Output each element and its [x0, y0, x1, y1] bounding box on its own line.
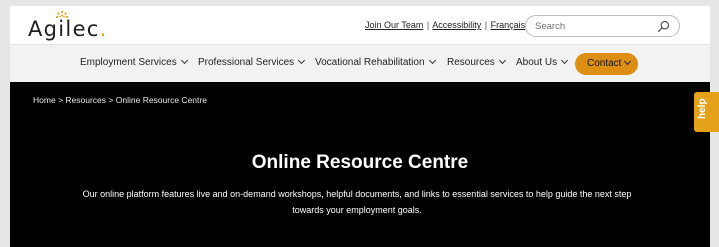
nav-label: Employment Services — [80, 57, 177, 68]
link-separator: | — [484, 20, 488, 30]
breadcrumb-separator: > — [108, 95, 114, 105]
link-separator: | — [426, 20, 430, 30]
nav-label: About Us — [516, 57, 558, 68]
breadcrumb-resources[interactable]: Resources — [65, 95, 106, 105]
nav-resources[interactable]: Resources — [447, 56, 506, 68]
accessibility-link[interactable]: Accessibility — [432, 20, 481, 30]
chevron-down-icon — [561, 56, 569, 65]
chevron-down-icon — [428, 56, 436, 65]
top-bar: Agilec. Join Our Team | Accessibility | … — [10, 6, 710, 44]
utility-links: Join Our Team | Accessibility | Français — [365, 20, 525, 30]
language-toggle-link[interactable]: Français — [491, 20, 526, 30]
nav-about-us[interactable]: About Us — [516, 56, 569, 68]
contact-button[interactable]: Contact — [575, 53, 638, 75]
breadcrumb: Home > Resources > Online Resource Centr… — [33, 95, 207, 105]
help-label: help — [697, 98, 708, 119]
nav-label: Vocational Rehabilitation — [315, 57, 425, 68]
search-icon[interactable] — [657, 20, 670, 33]
logo-dot: . — [99, 17, 108, 41]
help-tab[interactable]: help — [694, 92, 719, 132]
page: Agilec. Join Our Team | Accessibility | … — [10, 6, 710, 247]
main-navigation: Employment Services Professional Service… — [10, 44, 710, 82]
chevron-down-icon — [498, 56, 506, 65]
search-input[interactable] — [535, 19, 655, 33]
nav-vocational-rehabilitation[interactable]: Vocational Rehabilitation — [315, 56, 436, 68]
nav-label: Resources — [447, 57, 495, 68]
nav-label: Professional Services — [198, 57, 295, 68]
join-our-team-link[interactable]: Join Our Team — [365, 20, 423, 30]
chevron-down-icon — [298, 56, 306, 65]
hero-banner: Home > Resources > Online Resource Centr… — [10, 82, 710, 247]
breadcrumb-current: Online Resource Centre — [115, 95, 207, 105]
contact-label: Contact — [587, 58, 622, 69]
chevron-down-icon — [180, 56, 188, 65]
page-description: Our online platform features live and on… — [82, 189, 632, 215]
breadcrumb-separator: > — [58, 95, 64, 105]
nav-professional-services[interactable]: Professional Services — [198, 56, 306, 68]
page-title: Online Resource Centre — [251, 152, 469, 173]
search-box — [525, 15, 680, 37]
chevron-down-icon — [624, 57, 632, 66]
breadcrumb-home[interactable]: Home — [33, 95, 56, 105]
brand-name: Agilec — [28, 17, 100, 41]
nav-employment-services[interactable]: Employment Services — [80, 56, 188, 68]
